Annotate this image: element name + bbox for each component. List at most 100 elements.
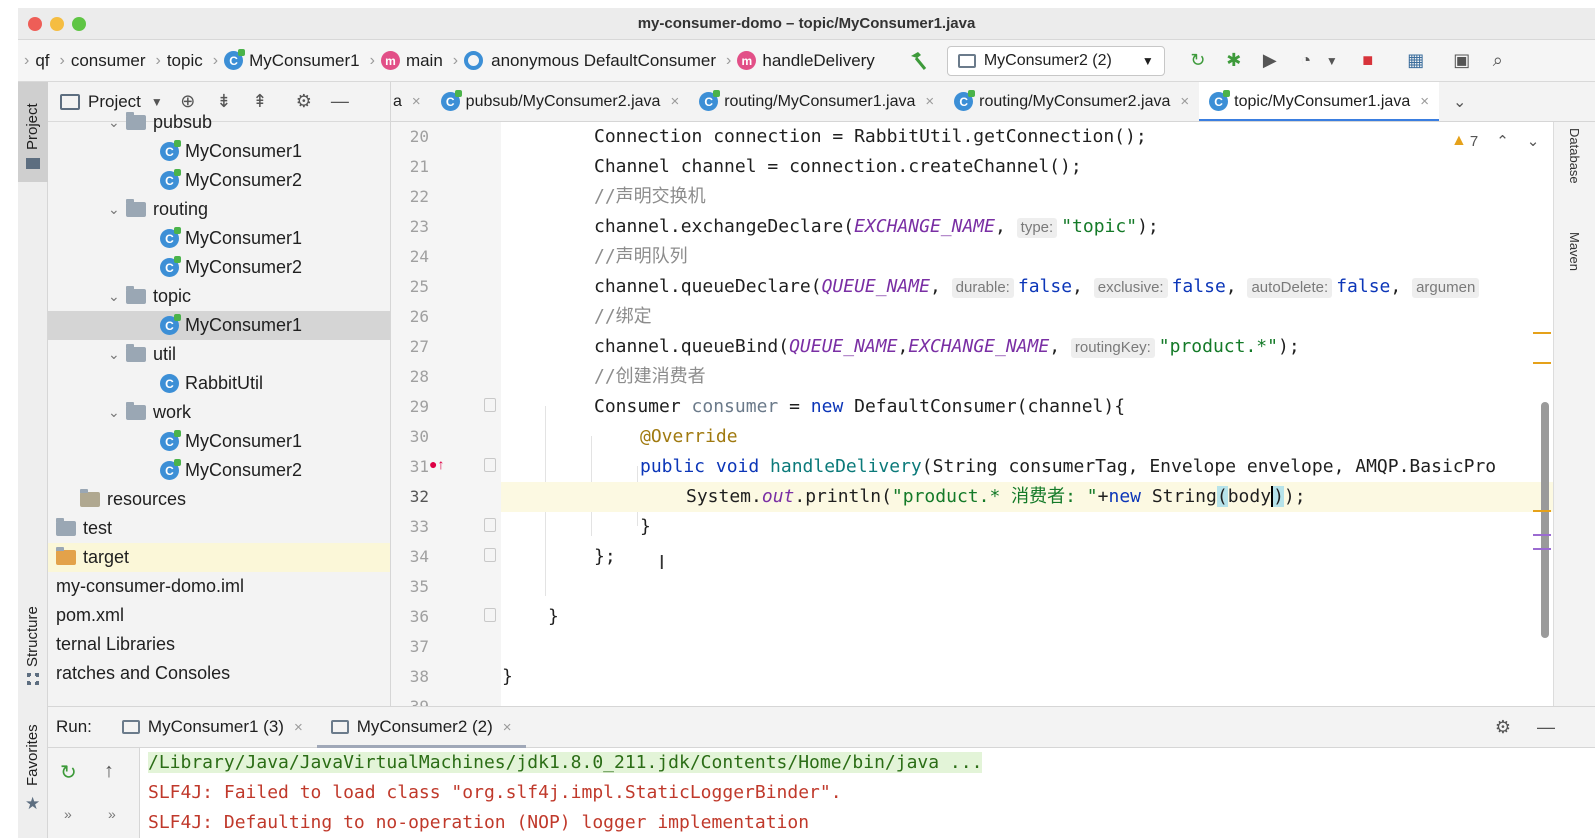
project-tree-item[interactable]: ternal Libraries: [48, 630, 390, 659]
close-icon[interactable]: ×: [670, 93, 679, 110]
chevron-down-icon[interactable]: ⌄: [108, 404, 126, 421]
favorites-tool-tab[interactable]: Favorites ★: [18, 712, 48, 813]
breadcrumb-separator: ›: [452, 51, 459, 69]
project-tree-item[interactable]: ratches and Consoles: [48, 659, 390, 688]
folder-icon: [56, 547, 76, 565]
debug-bug-icon[interactable]: ✱: [1221, 48, 1247, 74]
warning-stripe-marker[interactable]: [1533, 362, 1551, 364]
build-hammer-icon[interactable]: [905, 48, 931, 74]
run-with-coverage-icon[interactable]: ▶: [1257, 48, 1283, 74]
run-tab-myconsumer1[interactable]: MyConsumer1 (3) ×: [108, 706, 317, 748]
project-tree-item[interactable]: C MyConsumer1: [48, 427, 390, 456]
parameter-hint: routingKey:: [1070, 338, 1155, 358]
project-tree-item[interactable]: target: [48, 543, 390, 572]
project-tree-item[interactable]: C MyConsumer2: [48, 253, 390, 282]
close-icon[interactable]: ×: [503, 719, 512, 736]
info-stripe-marker[interactable]: [1533, 534, 1551, 536]
gear-icon[interactable]: ⚙: [1495, 717, 1511, 738]
run-toolbar: ↻ ↑ » »: [48, 748, 140, 838]
project-tree-item[interactable]: test: [48, 514, 390, 543]
project-tree-item-label: MyConsumer2: [185, 460, 303, 480]
chevron-down-icon[interactable]: ⌄: [108, 201, 126, 218]
scroll-up-arrow-icon[interactable]: ↑: [104, 760, 114, 783]
close-icon[interactable]: ×: [1420, 93, 1429, 110]
project-tree-item[interactable]: C RabbitUtil: [48, 369, 390, 398]
project-tree-item[interactable]: ⌄ work: [48, 398, 390, 427]
project-tool-tab[interactable]: Project: [18, 82, 48, 182]
code-editor[interactable]: 20 21 22 23 24 25 26 27 28 29 30 31 32 33 34 35 36 37 38 39…: [391, 122, 1553, 706]
project-tree-item[interactable]: C MyConsumer2: [48, 456, 390, 485]
more-actions-icon[interactable]: »: [64, 806, 72, 822]
project-tree-item[interactable]: C MyConsumer1: [48, 224, 390, 253]
close-icon[interactable]: ×: [412, 93, 421, 110]
editor-tab-truncated[interactable]: a ×: [391, 82, 431, 121]
breadcrumb-qf[interactable]: qf: [35, 51, 49, 71]
editor-vertical-scrollbar[interactable]: [1541, 402, 1549, 638]
line-number: 37: [409, 637, 429, 656]
chevron-down-icon[interactable]: ⌄: [108, 346, 126, 363]
tab-list-chevron-icon[interactable]: ⌄: [1453, 92, 1466, 112]
class-icon: C: [954, 90, 976, 111]
project-tree-item[interactable]: C MyConsumer1: [48, 137, 390, 166]
editor-tab-label: routing/MyConsumer2.java: [979, 92, 1171, 110]
project-tree-item[interactable]: C MyConsumer2: [48, 166, 390, 195]
profile-icon[interactable]: ◔: [1293, 48, 1319, 74]
close-icon[interactable]: ×: [294, 719, 303, 736]
method-icon: m: [380, 51, 400, 70]
run-configuration-select[interactable]: MyConsumer2 (2) ▼: [946, 45, 1165, 76]
fold-marker-icon[interactable]: [484, 518, 496, 532]
chevron-down-icon[interactable]: ▼: [1319, 48, 1345, 74]
stop-icon[interactable]: ■: [1355, 48, 1381, 74]
run-tab-myconsumer2[interactable]: MyConsumer2 (2) ×: [316, 706, 526, 748]
rerun-icon[interactable]: ↻: [1185, 48, 1211, 74]
editor-tab-routing-myconsumer2[interactable]: Crouting/MyConsumer2.java ×: [944, 82, 1199, 121]
project-tree-item-label: util: [153, 344, 177, 364]
project-tree-item[interactable]: resources: [48, 485, 390, 514]
search-icon[interactable]: ⌕: [1485, 48, 1511, 74]
breadcrumb-separator: ›: [24, 51, 30, 69]
breadcrumb-separator: ›: [155, 51, 161, 69]
fold-marker-icon[interactable]: [484, 548, 496, 562]
override-marker-icon[interactable]: ●↑: [429, 456, 444, 472]
breadcrumb-anonymous-class[interactable]: anonymous DefaultConsumer: [464, 51, 716, 71]
info-stripe-marker[interactable]: [1533, 548, 1551, 550]
breadcrumb-handledelivery[interactable]: m handleDelivery: [737, 51, 875, 71]
project-tree-item[interactable]: ⌄ routing: [48, 195, 390, 224]
project-structure-icon[interactable]: ▦: [1403, 48, 1429, 74]
editor-tab-topic-myconsumer1[interactable]: Ctopic/MyConsumer1.java ×: [1199, 82, 1439, 121]
breadcrumb-myconsumer1[interactable]: C MyConsumer1: [224, 49, 360, 71]
rerun-icon[interactable]: ↻: [60, 760, 77, 785]
editor-tab-routing-myconsumer1[interactable]: Crouting/MyConsumer1.java ×: [689, 82, 944, 121]
maven-tool-tab[interactable]: Maven: [1567, 232, 1582, 271]
chevron-down-icon[interactable]: ⌄: [108, 288, 126, 305]
fold-marker-icon[interactable]: [484, 458, 496, 472]
project-tree-item[interactable]: pom.xml: [48, 601, 390, 630]
close-icon[interactable]: ×: [925, 93, 934, 110]
editor-tab-pubsub-myconsumer2[interactable]: Cpubsub/MyConsumer2.java ×: [431, 82, 690, 121]
close-icon[interactable]: ×: [1180, 93, 1189, 110]
project-tree-item[interactable]: my-consumer-domo.iml: [48, 572, 390, 601]
terminal-window-icon[interactable]: ▣: [1449, 48, 1475, 74]
project-tree-item[interactable]: C MyConsumer1: [48, 311, 390, 340]
hide-panel-icon[interactable]: —: [1537, 717, 1555, 738]
more-actions-icon[interactable]: »: [108, 806, 116, 822]
breadcrumb-consumer[interactable]: consumer: [71, 51, 146, 71]
fold-marker-icon[interactable]: [484, 398, 496, 412]
navigation-bar: › qf › consumer › topic › C MyConsumer1 ›…: [18, 40, 1595, 82]
project-tree-item-label: MyConsumer1: [185, 228, 303, 248]
breadcrumb-main[interactable]: m main: [380, 51, 443, 71]
chevron-down-icon[interactable]: ▼: [151, 95, 163, 109]
project-tree-item-label: target: [83, 547, 130, 567]
fold-marker-icon[interactable]: [484, 608, 496, 622]
structure-tool-tab[interactable]: Structure: [18, 587, 48, 687]
database-tool-tab[interactable]: Database: [1567, 128, 1582, 184]
chevron-down-icon[interactable]: ⌄: [108, 114, 126, 131]
project-tree-item[interactable]: ⌄ util: [48, 340, 390, 369]
breadcrumb-topic[interactable]: topic: [167, 51, 203, 71]
project-tree-item[interactable]: ⌄ topic: [48, 282, 390, 311]
warning-stripe-marker[interactable]: [1533, 510, 1551, 512]
project-tree-item[interactable]: ⌄ pubsub: [48, 108, 390, 137]
console-line: SLF4J: Defaulting to no-operation (NOP) …: [148, 812, 810, 833]
class-icon: C: [160, 256, 181, 277]
warning-stripe-marker[interactable]: [1533, 332, 1551, 334]
